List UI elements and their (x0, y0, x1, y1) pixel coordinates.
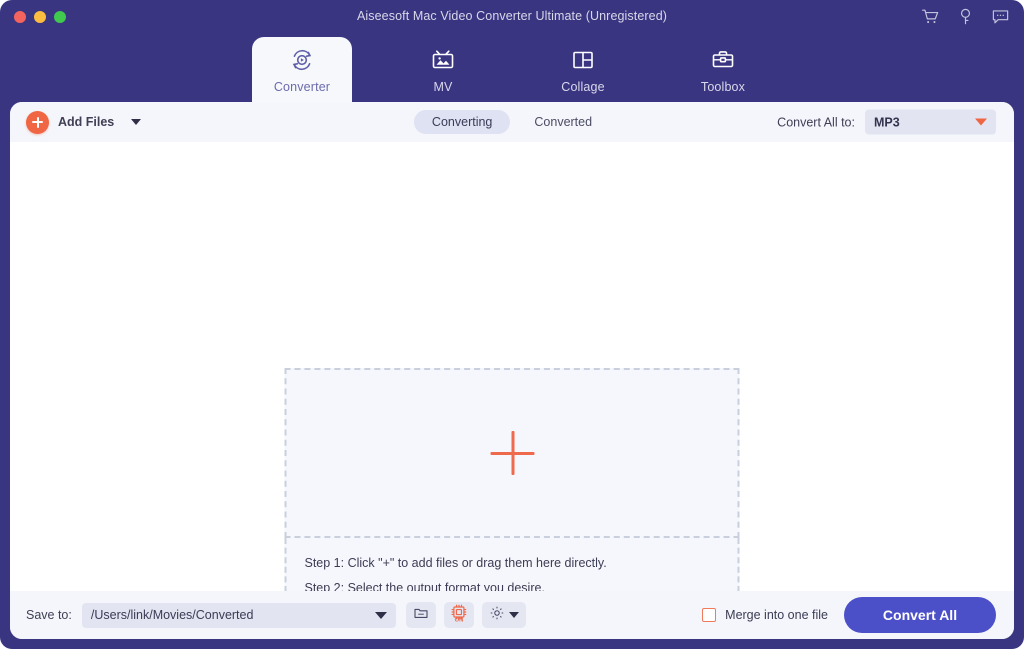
save-to-label: Save to: (26, 608, 72, 622)
bottom-bar: Save to: /Users/link/Movies/Converted ON… (10, 591, 1014, 639)
converting-converted-segmented-control: Converting Converted (413, 110, 610, 134)
collage-icon (570, 47, 596, 73)
mv-icon (430, 47, 456, 73)
open-folder-button[interactable] (405, 602, 436, 628)
svg-text:ON: ON (455, 617, 464, 622)
add-files-label: Add Files (58, 115, 115, 129)
app-window: Aiseesoft Mac Video Converter Ultimate (… (0, 0, 1024, 649)
tab-mv-label: MV (433, 80, 453, 94)
main-tab-bar: Converter MV Collage Toolbox (0, 34, 1024, 103)
tab-collage[interactable]: Collage (534, 38, 632, 103)
main-content-area: Step 1: Click "+" to add files or drag t… (10, 142, 1014, 639)
tab-toolbox[interactable]: Toolbox (674, 38, 772, 103)
chevron-down-icon[interactable] (508, 612, 519, 618)
output-format-select[interactable]: MP3 (865, 109, 996, 135)
title-bar: Aiseesoft Mac Video Converter Ultimate (… (0, 0, 1024, 34)
key-icon[interactable] (956, 7, 975, 26)
gpu-acceleration-icon: ON (449, 603, 469, 628)
tab-mv[interactable]: MV (394, 38, 492, 103)
tab-toolbox-label: Toolbox (700, 80, 746, 94)
save-to-path-input[interactable]: /Users/link/Movies/Converted (81, 602, 396, 628)
merge-checkbox-box[interactable] (702, 608, 717, 622)
save-to-path-value: /Users/link/Movies/Converted (90, 608, 254, 622)
content-shell: Add Files Converting Converted Convert A… (10, 102, 1014, 639)
bottom-icon-group: ON (405, 602, 526, 628)
preferences-button[interactable] (481, 602, 526, 628)
chevron-down-icon (975, 118, 987, 126)
segment-converting[interactable]: Converting (413, 110, 511, 134)
output-format-value: MP3 (874, 115, 900, 129)
tab-converter-label: Converter (273, 79, 331, 94)
window-title: Aiseesoft Mac Video Converter Ultimate (… (356, 9, 668, 23)
convert-all-button[interactable]: Convert All (844, 597, 996, 633)
toolbox-icon (710, 47, 736, 73)
add-files-chevron-down-icon[interactable] (131, 119, 142, 125)
settings-gear-icon (489, 605, 505, 626)
step-1-text: Step 1: Click "+" to add files or drag t… (304, 556, 607, 570)
open-folder-icon (413, 605, 429, 626)
chevron-down-icon[interactable] (374, 611, 387, 619)
convert-all-to-group: Convert All to: MP3 (777, 109, 996, 135)
file-dropzone[interactable] (284, 368, 740, 538)
tab-collage-label: Collage (561, 80, 605, 94)
cart-icon[interactable] (921, 7, 940, 26)
convert-all-to-label: Convert All to: (777, 115, 855, 129)
merge-into-one-file-checkbox[interactable]: Merge into one file (702, 608, 828, 622)
plus-icon[interactable] (490, 431, 534, 475)
add-files-button[interactable]: Add Files (26, 110, 142, 134)
tab-converter[interactable]: Converter (252, 37, 352, 103)
feedback-icon[interactable] (991, 7, 1010, 26)
add-files-plus-icon (26, 110, 49, 134)
title-bar-actions (921, 7, 1010, 26)
gpu-acceleration-button[interactable]: ON (443, 602, 474, 628)
segment-converted[interactable]: Converted (516, 110, 610, 134)
converter-toolbar: Add Files Converting Converted Convert A… (10, 102, 1014, 142)
merge-into-one-file-label: Merge into one file (725, 608, 828, 622)
converter-icon (289, 47, 315, 73)
